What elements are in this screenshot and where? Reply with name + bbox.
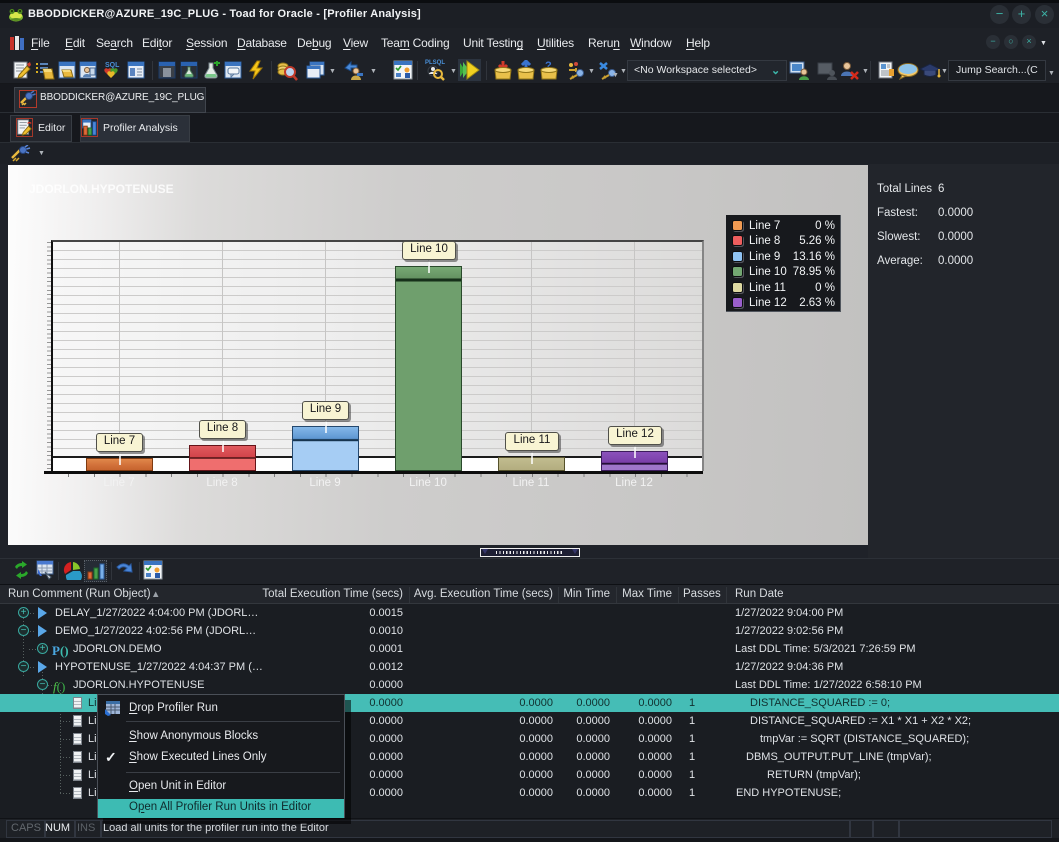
svg-text:SQL: SQL [105,62,120,69]
svg-text:PLSQL: PLSQL [425,60,445,66]
